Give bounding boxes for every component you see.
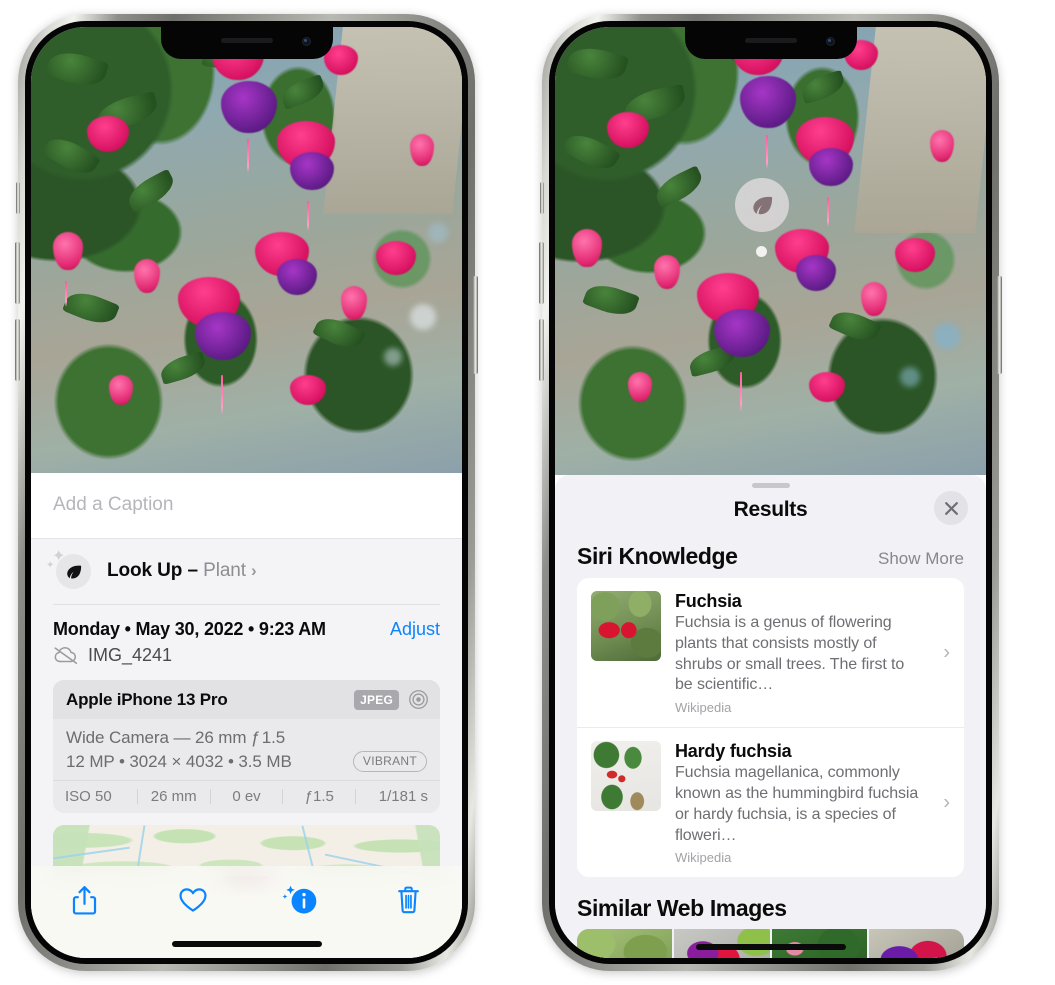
volume-down-button[interactable] — [539, 319, 544, 381]
visual-lookup-anchor-dot — [756, 246, 767, 257]
exif-iso: ISO 50 — [65, 788, 112, 805]
knowledge-card-thumbnail — [591, 741, 661, 812]
camera-info-card[interactable]: Apple iPhone 13 Pro JPEG Wide Camera — 2… — [53, 680, 440, 813]
camera-card-badges: JPEG — [354, 689, 429, 710]
aperture-icon — [409, 690, 428, 709]
siri-knowledge-cards: Fuchsia Fuchsia is a genus of flowering … — [577, 578, 964, 878]
visual-lookup-badge[interactable] — [735, 178, 789, 232]
show-more-button[interactable]: Show More — [878, 549, 964, 569]
knowledge-card[interactable]: Fuchsia Fuchsia is a genus of flowering … — [577, 578, 964, 727]
close-button[interactable] — [934, 491, 968, 525]
right-screen: Results Siri Knowledge Show More Fuchsia… — [555, 27, 986, 958]
chevron-right-icon: › — [943, 791, 950, 814]
web-image-thumbnail[interactable] — [868, 929, 964, 958]
exif-row: ISO 50 26 mm 0 ev ƒ1.5 1/181 s — [53, 780, 440, 813]
home-indicator[interactable] — [171, 941, 322, 947]
photo-fuchsia-flowers[interactable] — [555, 27, 986, 475]
exif-shutter: 1/181 s — [378, 788, 428, 805]
results-title: Results — [733, 498, 808, 521]
silent-switch[interactable] — [540, 182, 544, 214]
knowledge-card-text: Hardy fuchsia Fuchsia magellanica, commo… — [675, 741, 950, 865]
look-up-subject: Plant — [203, 560, 246, 581]
camera-card-header: Apple iPhone 13 Pro JPEG — [53, 680, 440, 719]
front-camera-icon — [301, 37, 311, 46]
trash-icon — [397, 886, 419, 914]
chevron-right-icon: › — [943, 641, 950, 664]
format-badge: JPEG — [354, 689, 399, 710]
right-iphone-device: Results Siri Knowledge Show More Fuchsia… — [539, 14, 1002, 971]
exif-exposure: 0 ev — [232, 788, 261, 805]
photo-info-sheet: Add a Caption ✦ ✦ Look Up – Plant › Mond… — [31, 473, 462, 958]
left-screen: Add a Caption ✦ ✦ Look Up – Plant › Mond… — [31, 27, 462, 958]
volume-up-button[interactable] — [539, 242, 544, 304]
camera-card-body: Wide Camera — 26 mm ƒ 1.5 12 MP • 3024 ×… — [53, 719, 440, 780]
heart-icon — [179, 888, 207, 912]
knowledge-card-description: Fuchsia magellanica, commonly known as t… — [675, 764, 919, 844]
filename-row: IMG_4241 — [31, 640, 462, 666]
caption-input[interactable]: Add a Caption — [31, 473, 462, 539]
section-title: Siri Knowledge — [577, 543, 738, 569]
lens-line: Wide Camera — 26 mm ƒ 1.5 — [66, 728, 286, 747]
knowledge-card-source: Wikipedia — [675, 850, 732, 866]
specs-line: 12 MP • 3024 × 4032 • 3.5 MB — [66, 751, 292, 771]
info-button[interactable] — [270, 877, 330, 923]
adjust-button[interactable]: Adjust — [390, 619, 440, 640]
web-image-thumbnail[interactable] — [577, 929, 673, 958]
device-bezel: Add a Caption ✦ ✦ Look Up – Plant › Mond… — [25, 21, 468, 964]
look-up-prefix: Look Up – — [107, 560, 204, 581]
knowledge-card[interactable]: Hardy fuchsia Fuchsia magellanica, commo… — [577, 727, 964, 877]
close-icon — [944, 501, 958, 515]
device-bezel: Results Siri Knowledge Show More Fuchsia… — [549, 21, 992, 964]
results-header: Results — [555, 488, 986, 532]
delete-button[interactable] — [378, 877, 438, 923]
knowledge-card-text: Fuchsia Fuchsia is a genus of flowering … — [675, 591, 950, 715]
earpiece-speaker — [220, 38, 273, 43]
results-sheet: Results Siri Knowledge Show More Fuchsia… — [555, 475, 986, 958]
camera-model: Apple iPhone 13 Pro — [66, 689, 228, 709]
photo-fuchsia-flowers[interactable] — [31, 27, 462, 473]
knowledge-card-title: Fuchsia — [675, 591, 742, 611]
look-up-icon-wrap: ✦ ✦ — [46, 549, 91, 590]
share-button[interactable] — [55, 877, 115, 923]
notch — [684, 27, 857, 59]
notch — [160, 27, 333, 59]
side-power-button[interactable] — [997, 276, 1002, 374]
date-row: Monday • May 30, 2022 • 9:23 AM Adjust — [31, 605, 462, 640]
knowledge-card-thumbnail — [591, 591, 661, 661]
home-indicator[interactable] — [695, 944, 846, 950]
knowledge-card-source: Wikipedia — [675, 700, 732, 716]
chevron-right-icon: › — [250, 561, 257, 580]
info-sparkle-icon — [282, 885, 317, 914]
knowledge-card-description: Fuchsia is a genus of flowering plants t… — [675, 614, 905, 694]
filename-label: IMG_4241 — [88, 645, 173, 665]
capture-date: Monday • May 30, 2022 • 9:23 AM — [53, 619, 326, 639]
front-camera-icon — [825, 37, 835, 46]
exif-aperture: ƒ1.5 — [304, 788, 334, 805]
section-title: Similar Web Images — [577, 895, 787, 922]
side-power-button[interactable] — [473, 276, 478, 374]
sparkle-small-icon: ✦ — [46, 560, 55, 571]
silent-switch[interactable] — [16, 182, 20, 214]
leaf-icon — [56, 554, 91, 589]
siri-knowledge-header: Siri Knowledge Show More — [555, 532, 986, 578]
left-iphone-device: Add a Caption ✦ ✦ Look Up – Plant › Mond… — [15, 14, 478, 971]
similar-web-images-header: Similar Web Images — [555, 877, 986, 929]
earpiece-speaker — [744, 38, 797, 43]
look-up-row[interactable]: ✦ ✦ Look Up – Plant › — [31, 539, 462, 604]
share-icon — [73, 885, 97, 915]
volume-up-button[interactable] — [15, 242, 20, 304]
look-up-label: Look Up – Plant › — [107, 560, 257, 582]
favorite-button[interactable] — [163, 877, 223, 923]
photographic-style-badge: VIBRANT — [352, 751, 427, 772]
knowledge-card-title: Hardy fuchsia — [675, 741, 792, 762]
cloud-slash-icon — [54, 646, 78, 664]
volume-down-button[interactable] — [15, 319, 20, 381]
exif-focal: 26 mm — [150, 788, 197, 805]
leaf-icon — [752, 196, 772, 214]
specs-line-row: 12 MP • 3024 × 4032 • 3.5 MB VIBRANT — [66, 751, 427, 772]
